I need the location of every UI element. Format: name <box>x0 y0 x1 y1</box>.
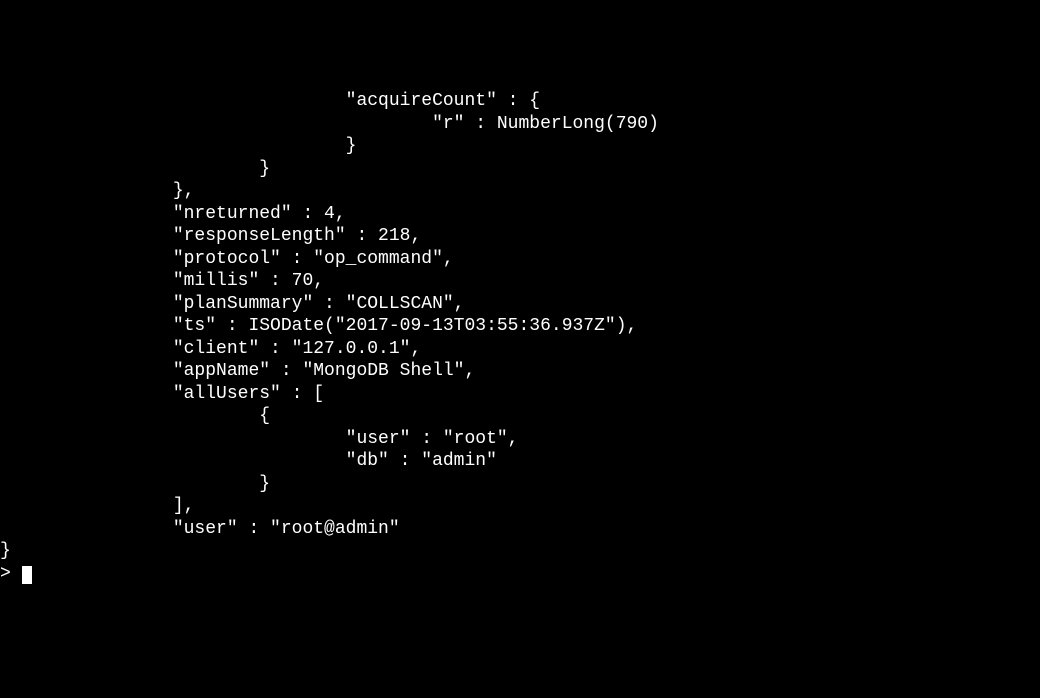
terminal-output[interactable]: "acquireCount" : { "r" : NumberLong(790)… <box>0 90 1040 585</box>
output-line: "user" : "root@admin" <box>0 519 400 539</box>
output-line: "db" : "admin" <box>0 451 497 471</box>
output-line: "r" : NumberLong(790) <box>0 114 659 134</box>
output-line: ], <box>0 496 194 516</box>
output-line: }, <box>0 181 194 201</box>
output-line: "responseLength" : 218, <box>0 226 421 246</box>
output-line: "millis" : 70, <box>0 271 324 291</box>
output-line: } <box>0 159 270 179</box>
output-line: "client" : "127.0.0.1", <box>0 339 421 359</box>
output-line: "nreturned" : 4, <box>0 204 346 224</box>
output-line: } <box>0 541 11 561</box>
output-line: "acquireCount" : { <box>0 91 540 111</box>
output-line: { <box>0 406 270 426</box>
output-line: } <box>0 136 356 156</box>
cursor-icon <box>22 566 32 584</box>
output-line: "user" : "root", <box>0 429 518 449</box>
output-line: "ts" : ISODate("2017-09-13T03:55:36.937Z… <box>0 316 637 336</box>
output-line: "allUsers" : [ <box>0 384 324 404</box>
output-line: "protocol" : "op_command", <box>0 249 454 269</box>
output-line: "appName" : "MongoDB Shell", <box>0 361 475 381</box>
output-line: } <box>0 474 270 494</box>
prompt-line[interactable]: > <box>0 564 22 584</box>
output-line: "planSummary" : "COLLSCAN", <box>0 294 464 314</box>
